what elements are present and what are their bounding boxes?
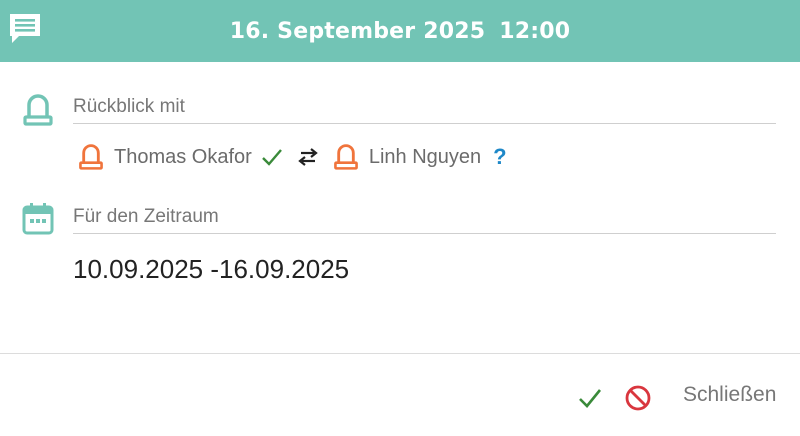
header-bar: 16. September 2025 12:00 (0, 0, 800, 62)
period-label: Für den Zeitraum (73, 206, 776, 234)
header-time: 12:00 (499, 18, 571, 44)
swap-arrows-icon[interactable] (297, 146, 319, 168)
participant-1[interactable]: Thomas Okafor (78, 142, 283, 172)
participant-2[interactable]: Linh Nguyen ? (333, 142, 507, 172)
close-button[interactable]: Schließen (683, 383, 776, 407)
checkmark-icon (261, 149, 282, 166)
chat-message-icon[interactable] (7, 10, 43, 46)
confirm-button[interactable] (577, 386, 603, 410)
person-icon (333, 144, 358, 170)
period-value: 10.09.2025 -16.09.2025 (73, 254, 350, 284)
participant-name: Linh Nguyen (368, 145, 482, 168)
person-icon (79, 144, 103, 170)
calendar-icon (22, 200, 54, 236)
header-date: 16. September 2025 (229, 18, 486, 44)
review-label: Rückblick mit (73, 96, 776, 124)
participant-name: Thomas Okafor (114, 145, 252, 168)
person-icon (22, 92, 54, 128)
checkmark-icon (579, 389, 602, 408)
participants-list: Thomas Okafor Linh Nguyen ? (78, 140, 507, 174)
prohibited-icon (625, 385, 651, 411)
header-title: 16. September 2025 12:00 (230, 19, 571, 44)
footer-divider (0, 353, 800, 354)
status-unknown-icon: ? (493, 144, 507, 169)
cancel-button[interactable] (624, 384, 652, 412)
